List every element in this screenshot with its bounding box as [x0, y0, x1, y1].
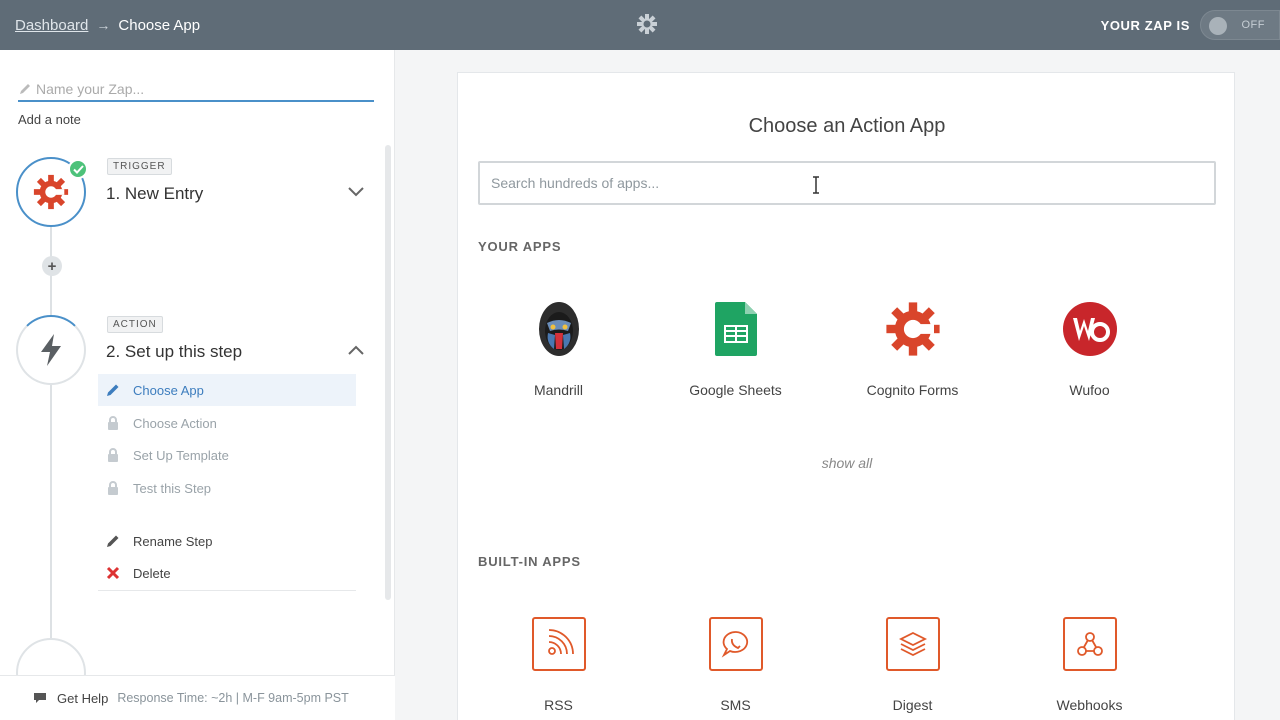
- trigger-tag: TRIGGER: [107, 158, 172, 175]
- add-note-link[interactable]: Add a note: [18, 112, 81, 127]
- app-rss[interactable]: RSS: [470, 616, 647, 713]
- app-name: Google Sheets: [689, 382, 782, 398]
- app-mandrill[interactable]: Mandrill: [470, 301, 647, 398]
- delete-step-label: Delete: [133, 565, 171, 581]
- your-apps-label: YOUR APPS: [478, 239, 562, 254]
- step-timeline-line: [50, 226, 52, 696]
- text-cursor-icon: [813, 176, 819, 194]
- pencil-icon: [20, 84, 30, 94]
- app-name: Webhooks: [1056, 697, 1123, 713]
- cognito-forms-icon: [33, 174, 69, 210]
- app-name: Cognito Forms: [866, 382, 959, 398]
- chevron-down-icon[interactable]: [348, 187, 364, 197]
- lock-icon: [106, 481, 120, 495]
- lock-icon: [106, 416, 120, 430]
- mandrill-icon: [531, 301, 587, 357]
- substep-label: Test this Step: [133, 480, 212, 496]
- show-all-link[interactable]: show all: [458, 455, 1236, 471]
- delete-step-button[interactable]: Delete: [98, 557, 356, 589]
- built-in-apps-label: BUILT-IN APPS: [478, 554, 581, 569]
- app-name: SMS: [720, 697, 751, 713]
- zap-on-off-toggle[interactable]: OFF: [1200, 10, 1280, 40]
- app-name: RSS: [544, 697, 573, 713]
- google-sheets-icon: [708, 301, 764, 357]
- rename-step-label: Rename Step: [133, 533, 213, 549]
- divider: [98, 590, 356, 591]
- wufoo-icon: [1062, 301, 1118, 357]
- substep-label: Set Up Template: [133, 447, 229, 463]
- app-name: Mandrill: [533, 382, 583, 398]
- chevron-up-icon[interactable]: [348, 345, 364, 355]
- zap-name-field-wrapper: [18, 78, 374, 102]
- app-cognito-forms[interactable]: Cognito Forms: [824, 301, 1001, 398]
- toggle-state-label: OFF: [1241, 19, 1265, 31]
- lock-icon: [106, 448, 120, 462]
- sidebar-scrollbar[interactable]: [385, 145, 391, 600]
- substep-label: Choose Action: [133, 415, 217, 431]
- substep-choose-action: Choose Action: [98, 407, 356, 439]
- close-icon: [106, 566, 120, 580]
- substep-choose-app[interactable]: Choose App: [98, 374, 356, 406]
- response-time-text: Response Time: ~2h | M-F 9am-5pm PST: [117, 691, 349, 705]
- substep-test-this-step: Test this Step: [98, 472, 356, 504]
- breadcrumb-arrow: →: [96, 17, 111, 33]
- zap-status-label: YOUR ZAP IS: [1100, 17, 1190, 33]
- app-wufoo[interactable]: Wufoo: [1001, 301, 1178, 398]
- app-digest[interactable]: Digest: [824, 616, 1001, 713]
- add-step-icon[interactable]: +: [42, 256, 62, 276]
- toggle-knob: [1209, 17, 1227, 35]
- pencil-icon: [106, 383, 120, 397]
- digest-icon: [885, 616, 941, 672]
- rss-icon: [531, 616, 587, 672]
- get-help-link[interactable]: Get Help: [57, 691, 108, 706]
- action-step-title[interactable]: 2. Set up this step: [106, 342, 242, 362]
- app-webhooks[interactable]: Webhooks: [1001, 616, 1178, 713]
- zapier-logo-icon[interactable]: [636, 13, 658, 35]
- zap-name-input[interactable]: [36, 81, 356, 97]
- choose-app-panel: Choose an Action App YOUR APPS Mandrill: [457, 72, 1235, 720]
- webhooks-icon: [1062, 616, 1118, 672]
- app-search-input[interactable]: [478, 161, 1216, 205]
- breadcrumb-current: Choose App: [118, 16, 201, 34]
- substep-set-up-template: Set Up Template: [98, 439, 356, 471]
- help-bar: Get Help Response Time: ~2h | M-F 9am-5p…: [0, 675, 395, 720]
- breadcrumb-dashboard-link[interactable]: Dashboard: [15, 17, 88, 34]
- app-sms[interactable]: SMS: [647, 616, 824, 713]
- lightning-bolt-icon: [41, 334, 61, 366]
- sms-icon: [708, 616, 764, 672]
- pencil-icon: [106, 534, 120, 548]
- cognito-forms-icon: [885, 301, 941, 357]
- top-bar: Dashboard → Choose App YOUR ZAP IS OFF: [0, 0, 1280, 50]
- sidebar: Add a note TRIGGER 1. New Entry: [0, 50, 395, 720]
- page-title: Choose an Action App: [748, 115, 946, 137]
- action-step-icon[interactable]: [16, 315, 86, 385]
- app-name: Digest: [892, 697, 933, 713]
- check-icon: [68, 159, 88, 179]
- trigger-step-title[interactable]: 1. New Entry: [106, 184, 203, 204]
- rename-step-button[interactable]: Rename Step: [98, 525, 356, 557]
- action-tag: ACTION: [107, 316, 163, 333]
- substep-label: Choose App: [133, 382, 204, 398]
- zap-status: YOUR ZAP IS OFF: [1101, 0, 1280, 50]
- breadcrumb: Dashboard → Choose App: [15, 0, 200, 50]
- chat-icon: [34, 693, 46, 703]
- app-name: Wufoo: [1069, 382, 1110, 398]
- app-google-sheets[interactable]: Google Sheets: [647, 301, 824, 398]
